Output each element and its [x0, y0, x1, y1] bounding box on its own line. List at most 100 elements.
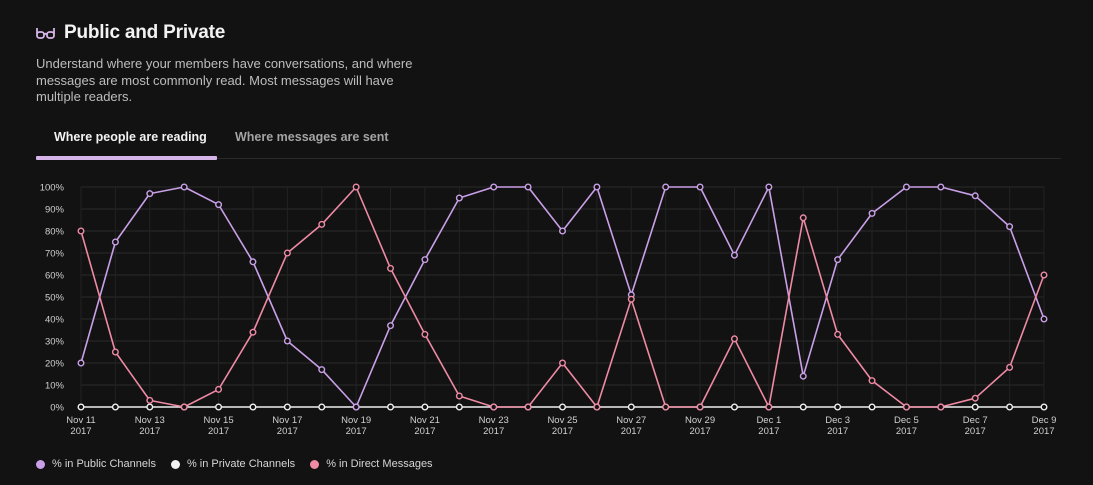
x-tick-year-label: 2017	[827, 426, 848, 437]
y-tick-label: 80%	[45, 227, 65, 238]
data-point-series-0	[696, 183, 704, 191]
data-point-series-0	[77, 359, 85, 367]
data-point-series-2	[593, 403, 601, 411]
data-point-series-2	[662, 403, 670, 411]
data-point-series-0	[1006, 223, 1014, 231]
data-point-series-0	[902, 183, 910, 191]
data-point-series-0	[283, 337, 291, 345]
y-tick-label: 40%	[45, 315, 65, 326]
data-point-series-1	[455, 403, 463, 411]
x-tick-year-label: 2017	[1033, 426, 1054, 437]
y-tick-label: 20%	[45, 359, 65, 370]
title-row: Public and Private	[36, 22, 225, 44]
legend-item-direct[interactable]: % in Direct Messages	[310, 458, 433, 470]
data-point-series-2	[146, 396, 154, 404]
data-point-series-2	[490, 403, 498, 411]
x-tick-label: Dec 1	[756, 415, 781, 426]
x-tick-label: Nov 27	[616, 415, 646, 426]
y-tick-label: 100%	[40, 183, 65, 194]
y-tick-label: 70%	[45, 249, 65, 260]
data-point-series-0	[937, 183, 945, 191]
legend-label-public: % in Public Channels	[52, 458, 156, 470]
data-point-series-2	[249, 328, 257, 336]
data-point-series-2	[215, 385, 223, 393]
data-point-series-2	[868, 377, 876, 385]
data-point-series-1	[249, 403, 257, 411]
data-point-series-1	[318, 403, 326, 411]
y-tick-label: 60%	[45, 271, 65, 282]
data-point-series-0	[215, 201, 223, 209]
data-point-series-2	[1040, 271, 1048, 279]
data-point-series-0	[559, 227, 567, 235]
data-point-series-0	[730, 251, 738, 259]
data-point-series-0	[524, 183, 532, 191]
x-tick-year-label: 2017	[758, 426, 779, 437]
data-point-series-0	[180, 183, 188, 191]
data-point-series-0	[593, 183, 601, 191]
data-point-series-1	[971, 403, 979, 411]
data-point-series-2	[971, 394, 979, 402]
legend-dot-private	[170, 459, 180, 469]
tab-where-people-are-reading[interactable]: Where people are reading	[54, 130, 207, 144]
data-point-series-0	[490, 183, 498, 191]
x-tick-year-label: 2017	[896, 426, 917, 437]
data-point-series-2	[559, 359, 567, 367]
x-tick-year-label: 2017	[552, 426, 573, 437]
x-tick-year-label: 2017	[483, 426, 504, 437]
x-tick-year-label: 2017	[277, 426, 298, 437]
x-tick-label: Nov 21	[410, 415, 440, 426]
data-point-series-1	[834, 403, 842, 411]
data-point-series-0	[421, 256, 429, 264]
data-point-series-0	[318, 366, 326, 374]
data-point-series-2	[834, 330, 842, 338]
section-description: Understand where your members have conve…	[36, 56, 413, 104]
data-point-series-1	[559, 403, 567, 411]
legend-label-direct: % in Direct Messages	[326, 458, 433, 470]
x-tick-label: Nov 23	[479, 415, 509, 426]
y-tick-label: 10%	[45, 381, 65, 392]
y-tick-label: 30%	[45, 337, 65, 348]
data-point-series-0	[455, 194, 463, 202]
data-point-series-2	[627, 295, 635, 303]
x-tick-label: Dec 5	[894, 415, 919, 426]
x-tick-label: Nov 25	[547, 415, 577, 426]
x-tick-year-label: 2017	[690, 426, 711, 437]
data-point-series-1	[77, 403, 85, 411]
x-tick-year-label: 2017	[965, 426, 986, 437]
data-point-series-2	[352, 183, 360, 191]
legend-dot-public	[36, 459, 45, 469]
data-point-series-1	[799, 403, 807, 411]
data-point-series-1	[283, 403, 291, 411]
legend-item-public[interactable]: % in Public Channels	[36, 458, 156, 470]
legend-item-private[interactable]: % in Private Channels	[170, 458, 296, 470]
legend-label-private: % in Private Channels	[186, 458, 296, 470]
data-point-series-0	[352, 403, 360, 411]
x-tick-year-label: 2017	[139, 426, 160, 437]
data-point-series-2	[1006, 363, 1014, 371]
data-point-series-2	[77, 227, 85, 235]
data-point-series-2	[387, 264, 395, 272]
tab-bar: Where people are reading Where messages …	[36, 125, 1061, 160]
x-tick-label: Nov 19	[341, 415, 371, 426]
data-point-series-2	[455, 392, 463, 400]
data-point-series-0	[765, 183, 773, 191]
data-point-series-2	[765, 403, 773, 411]
data-point-series-0	[111, 238, 119, 246]
tab-where-messages-are-sent[interactable]: Where messages are sent	[235, 130, 389, 144]
data-point-series-2	[937, 403, 945, 411]
data-point-series-1	[868, 403, 876, 411]
data-point-series-2	[180, 403, 188, 411]
data-point-series-1	[387, 403, 395, 411]
data-point-series-2	[283, 249, 291, 257]
line-chart: 0%10%20%30%40%50%60%70%80%90%100%Nov 112…	[40, 183, 1057, 438]
data-point-series-2	[524, 403, 532, 411]
data-point-series-2	[318, 220, 326, 228]
x-tick-label: Nov 13	[135, 415, 165, 426]
data-point-series-2	[421, 330, 429, 338]
data-point-series-2	[730, 335, 738, 343]
data-point-series-1	[111, 403, 119, 411]
y-tick-label: 90%	[45, 205, 65, 216]
data-point-series-1	[1040, 403, 1048, 411]
x-tick-label: Nov 17	[272, 415, 302, 426]
data-point-series-2	[902, 403, 910, 411]
